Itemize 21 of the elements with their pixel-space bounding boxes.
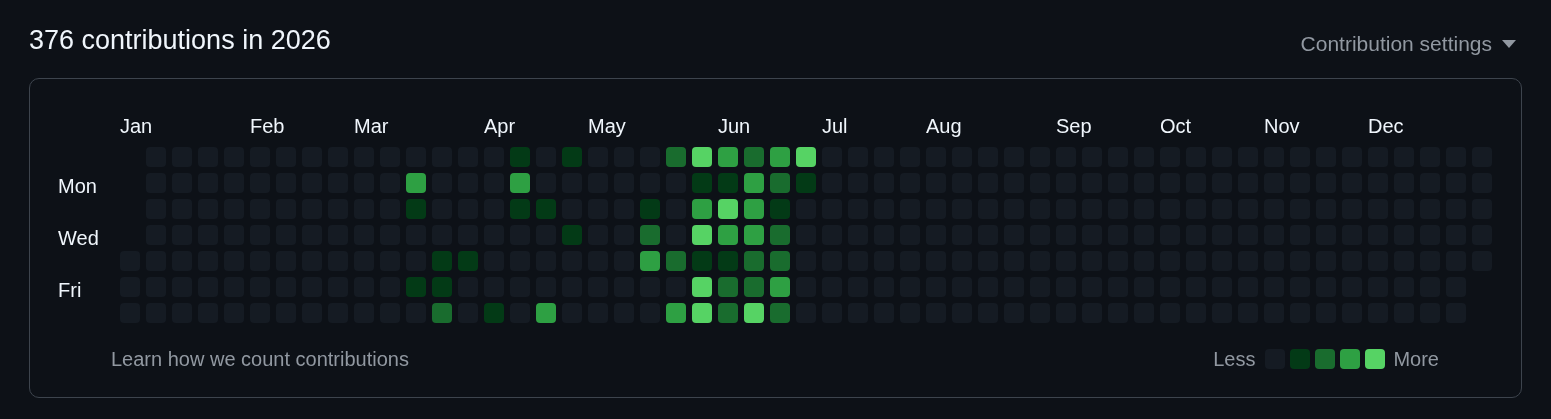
caret-icon: [1502, 40, 1516, 48]
weekday-label: Fri: [58, 278, 82, 303]
month-label: Jul: [822, 114, 848, 139]
learn-more-link[interactable]: Learn how we count contributions: [111, 344, 409, 374]
legend-less-label: Less: [1213, 347, 1256, 372]
month-label: Jun: [718, 114, 751, 139]
month-label: Sep: [1056, 114, 1092, 139]
month-label: May: [588, 114, 626, 139]
month-label: Dec: [1368, 114, 1404, 139]
month-label: Mar: [354, 114, 389, 139]
weekday-label: Mon: [58, 174, 97, 199]
month-label: Apr: [484, 114, 516, 139]
month-label: Aug: [926, 114, 962, 139]
month-label: Nov: [1264, 114, 1300, 139]
contribution-settings-button[interactable]: Contribution settings: [1300, 28, 1516, 60]
month-label: Jan: [120, 114, 153, 139]
legend-more-label: More: [1393, 347, 1439, 372]
contributions-title: 376 contributions in 2026: [29, 24, 331, 57]
weekday-label: Wed: [58, 226, 99, 251]
month-label: Oct: [1160, 114, 1192, 139]
month-label: Feb: [250, 114, 285, 139]
